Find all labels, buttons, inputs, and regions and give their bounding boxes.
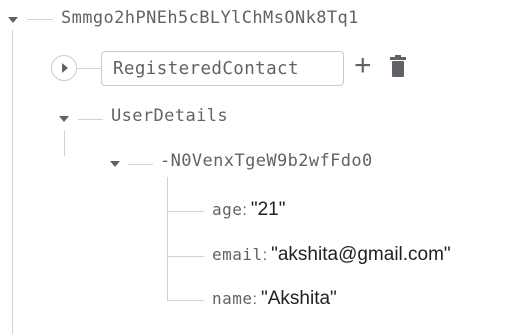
- tree-connector: [167, 177, 168, 300]
- add-child-button[interactable]: +: [354, 50, 372, 82]
- field-colon: :: [242, 202, 247, 219]
- trash-icon[interactable]: [389, 54, 407, 78]
- tree-connector: [167, 256, 204, 257]
- collapse-arrow-icon[interactable]: [8, 17, 18, 23]
- collapse-arrow-icon[interactable]: [110, 161, 120, 167]
- expand-node-button[interactable]: [51, 55, 77, 81]
- database-tree-view: Smmgo2hPNEh5cBLYlChMsONk8Tq1 RegisteredC…: [0, 0, 516, 334]
- tree-connector: [77, 68, 101, 69]
- user-details-key[interactable]: UserDetails: [111, 106, 228, 126]
- tree-connector: [64, 130, 65, 156]
- root-node-key[interactable]: Smmgo2hPNEh5cBLYlChMsONk8Tq1: [61, 8, 359, 28]
- registered-contact-key: RegisteredContact: [113, 59, 299, 79]
- field-row-age[interactable]: age: "21": [212, 199, 285, 221]
- field-row-name[interactable]: name: "Akshita": [212, 288, 337, 310]
- tree-connector: [78, 119, 103, 120]
- registered-contact-key-field[interactable]: RegisteredContact: [101, 51, 344, 86]
- field-colon: :: [262, 247, 268, 264]
- field-value: "21": [250, 199, 286, 220]
- collapse-arrow-icon[interactable]: [59, 116, 69, 122]
- field-value: "Akshita": [260, 288, 337, 309]
- tree-connector: [128, 164, 153, 165]
- tree-connector: [12, 30, 13, 334]
- field-key: name: [212, 289, 253, 308]
- tree-connector: [27, 19, 53, 20]
- push-id-node-key[interactable]: -N0VenxTgeW9b2wfFdo0: [160, 151, 373, 171]
- field-key: age: [212, 200, 243, 219]
- field-colon: :: [252, 291, 257, 308]
- field-value: "akshita@gmail.com": [271, 244, 451, 265]
- field-key: email: [212, 245, 263, 264]
- tree-connector: [167, 211, 204, 212]
- tree-connector: [167, 300, 204, 301]
- field-row-email[interactable]: email: "akshita@gmail.com": [212, 244, 451, 266]
- chevron-right-icon: [62, 63, 68, 73]
